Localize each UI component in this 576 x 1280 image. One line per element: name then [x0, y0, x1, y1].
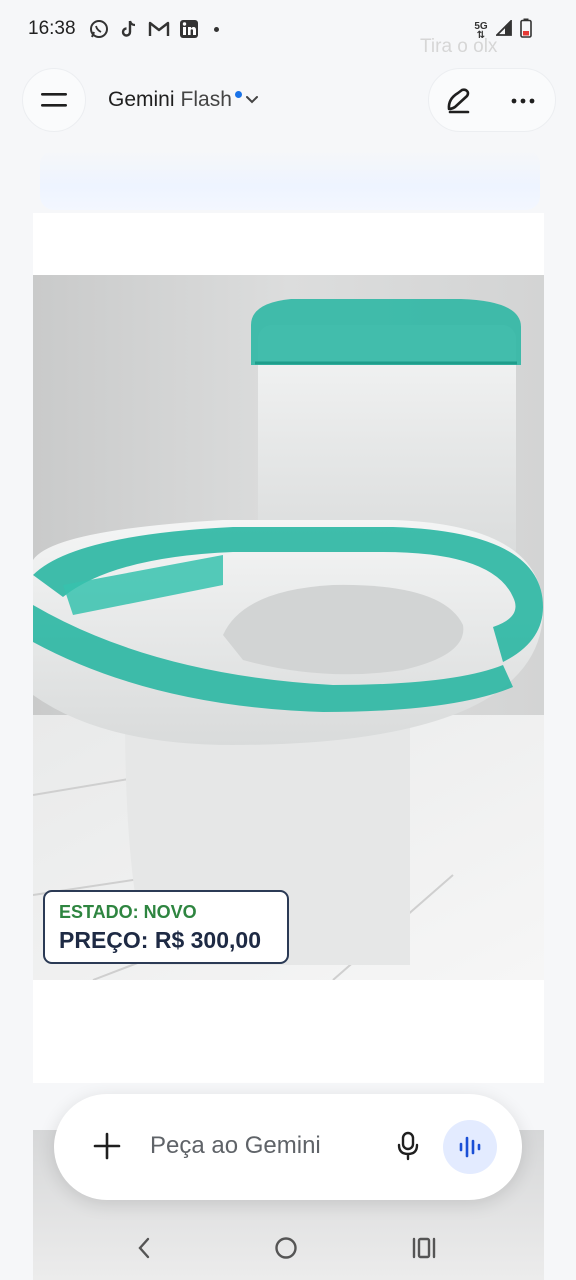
- home-icon: [275, 1237, 297, 1259]
- new-chat-button[interactable]: [441, 83, 477, 119]
- status-time: 16:38: [28, 18, 76, 39]
- prompt-input[interactable]: [150, 1132, 370, 1160]
- home-button[interactable]: [270, 1232, 302, 1264]
- microphone-icon: [397, 1131, 419, 1161]
- hamburger-menu-icon: [41, 93, 67, 107]
- gmail-icon: [148, 18, 170, 40]
- chevron-down-icon: [245, 96, 258, 104]
- badge-condition: ESTADO: NOVO: [59, 902, 197, 922]
- gemini-screen: 16:38 5G ⇅ Tira o olx Gemini Flash ESTAD…: [0, 0, 576, 1280]
- back-icon: [138, 1237, 150, 1259]
- status-bar: 16:38 5G ⇅ Tira o olx: [0, 0, 576, 60]
- more-notifications-dot: [214, 26, 219, 32]
- response-glow: [40, 150, 540, 210]
- more-vert-icon: [511, 98, 535, 104]
- attached-image-card[interactable]: ESTADO: NOVO PREÇO: R$ 300,00: [33, 213, 544, 1083]
- plus-icon: [93, 1132, 121, 1160]
- prompt-composer: [54, 1094, 522, 1200]
- header-actions: [428, 68, 556, 132]
- live-mode-button[interactable]: [443, 1120, 497, 1174]
- recents-icon: [412, 1237, 436, 1259]
- linkedin-icon: [178, 18, 200, 40]
- listing-badge: ESTADO: NOVO PREÇO: R$ 300,00: [43, 890, 289, 964]
- system-nav-bar: [0, 1214, 576, 1280]
- more-options-button[interactable]: [505, 83, 541, 119]
- audio-waveform-icon: [459, 1136, 481, 1158]
- product-photo[interactable]: ESTADO: NOVO PREÇO: R$ 300,00: [33, 275, 544, 980]
- badge-price: PREÇO: R$ 300,00: [59, 927, 261, 953]
- toilet-illustration: [33, 275, 544, 980]
- menu-button[interactable]: [22, 68, 86, 132]
- add-attachment-button[interactable]: [90, 1129, 124, 1163]
- model-variant: Flash: [180, 88, 232, 111]
- model-selector[interactable]: Gemini Flash: [108, 88, 259, 112]
- back-button[interactable]: [128, 1232, 160, 1264]
- background-ghost-text: Tira o olx: [420, 36, 498, 57]
- status-app-icons: [88, 18, 219, 40]
- microphone-button[interactable]: [390, 1128, 426, 1164]
- new-indicator-dot: [234, 90, 242, 98]
- pencil-icon: [447, 88, 470, 114]
- signal-icon: [494, 18, 512, 41]
- recents-button[interactable]: [408, 1232, 440, 1264]
- tiktok-icon: [118, 18, 140, 40]
- battery-icon: [520, 18, 532, 43]
- whatsapp-icon: [88, 18, 110, 40]
- model-name: Gemini: [108, 88, 175, 111]
